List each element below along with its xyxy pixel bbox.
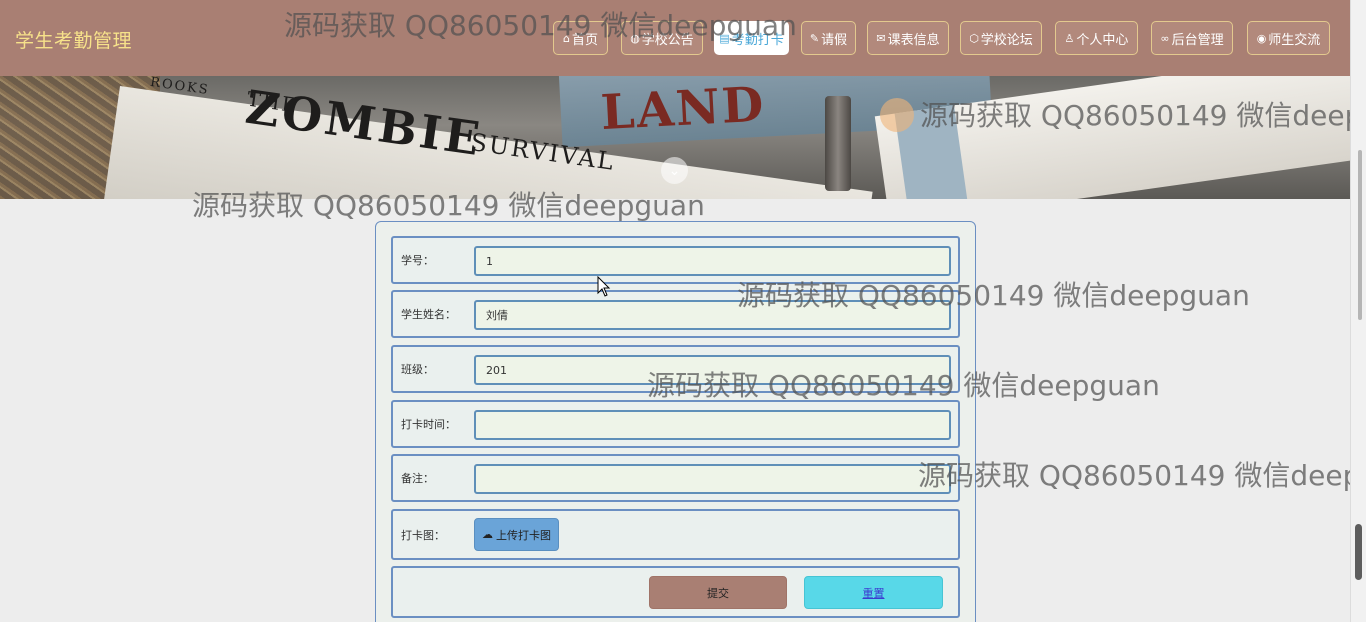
student-name-input[interactable]: 刘倩 <box>474 300 951 330</box>
nav-teacher-student-chat[interactable]: ◉ 师生交流 <box>1247 21 1330 55</box>
nav-timetable[interactable]: ✉ 课表信息 <box>867 21 949 55</box>
reset-button[interactable]: 重置 <box>804 576 943 609</box>
nav-personal-center[interactable]: ♙ 个人中心 <box>1055 21 1138 55</box>
nav-school-notice[interactable]: ◍ 学校公告 <box>621 21 703 55</box>
home-icon: ⌂ <box>563 31 570 45</box>
cloud-upload-icon: ☁ <box>482 528 493 541</box>
user-icon: ♙ <box>1064 31 1075 45</box>
cube-icon: ⬡ <box>969 31 979 45</box>
field-row-checkin-image: 打卡图： ☁ 上传打卡图 <box>391 509 960 560</box>
scrollbar-thumb[interactable] <box>1355 524 1362 580</box>
site-brand[interactable]: 学生考勤管理 <box>15 26 132 53</box>
submit-button[interactable]: 提交 <box>649 576 787 609</box>
nav-leave[interactable]: ✎ 请假 <box>801 21 856 55</box>
mail-icon: ✉ <box>876 31 886 45</box>
field-row-class: 班级： 201 <box>391 345 960 393</box>
scroll-down-icon[interactable]: ⌄ <box>661 157 688 184</box>
mouse-cursor-icon <box>597 276 611 297</box>
field-label: 学号： <box>401 254 434 267</box>
field-row-student-id: 学号： 1 <box>391 236 960 284</box>
link-icon: ∞ <box>1160 31 1170 45</box>
field-row-student-name: 学生姓名： 刘倩 <box>391 290 960 338</box>
field-label: 打卡时间： <box>401 418 456 431</box>
checkin-time-input[interactable] <box>474 410 951 440</box>
chat-icon: ◉ <box>1256 31 1267 45</box>
edit-icon: ✎ <box>809 31 820 45</box>
globe-icon: ◍ <box>630 31 640 45</box>
student-id-input[interactable]: 1 <box>474 246 951 276</box>
watermark-logo-icon <box>880 98 914 132</box>
nav-admin[interactable]: ∞ 后台管理 <box>1151 21 1233 55</box>
upload-image-button[interactable]: ☁ 上传打卡图 <box>474 518 559 551</box>
scrollbar-thumb-secondary[interactable] <box>1358 150 1362 320</box>
field-row-checkin-time: 打卡时间： <box>391 400 960 448</box>
field-label: 打卡图： <box>401 528 445 542</box>
field-label: 备注： <box>401 472 434 485</box>
top-navbar: 学生考勤管理 ⌂ 首页 ◍ 学校公告 ▤ 考勤打卡 ✎ 请假 ✉ 课表信息 ⬡ 学校论坛 ♙… <box>0 0 1350 76</box>
list-icon: ▤ <box>719 31 730 45</box>
field-label: 班级： <box>401 363 434 376</box>
remark-input[interactable] <box>474 464 951 494</box>
attendance-form: 学号： 1 学生姓名： 刘倩 班级： 201 打卡时间： 备注： 打卡图： ☁ … <box>375 221 976 622</box>
nav-home[interactable]: ⌂ 首页 <box>553 21 608 55</box>
class-input[interactable]: 201 <box>474 355 951 385</box>
nav-forum[interactable]: ⬡ 学校论坛 <box>960 21 1042 55</box>
hero-banner: LAND ROOKS THE ZOMBIE SURVIVAL ⌄ <box>0 76 1350 199</box>
field-row-remark: 备注： <box>391 454 960 502</box>
watermark-text: 源码获取 QQ86050149 微信deepguan <box>918 459 1366 492</box>
form-actions-row: 提交 重置 <box>391 566 960 618</box>
field-label: 学生姓名： <box>401 308 456 321</box>
nav-attendance-checkin[interactable]: ▤ 考勤打卡 <box>714 21 789 55</box>
banner-key <box>825 96 851 191</box>
